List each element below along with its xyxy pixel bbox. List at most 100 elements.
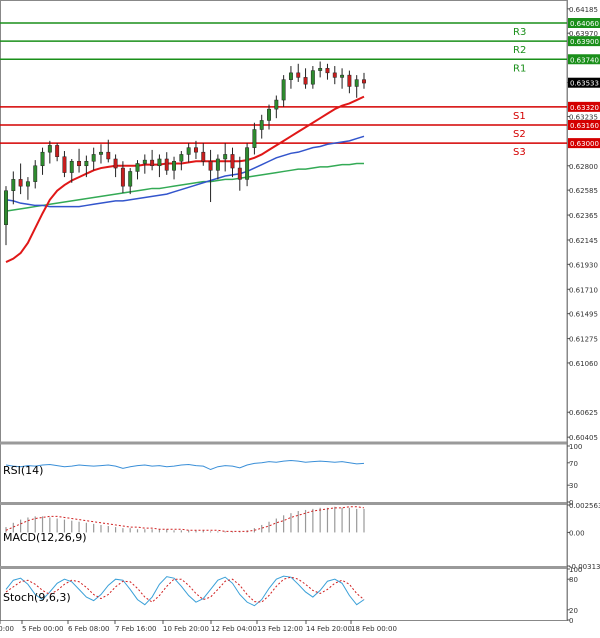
candle: [274, 95, 279, 119]
macd-label: MACD(12,26,9): [3, 531, 87, 544]
candle-body: [296, 72, 301, 78]
candle-body: [201, 151, 206, 162]
last-price-marker: 0.63533: [568, 77, 600, 88]
candle: [252, 122, 257, 155]
price-tick-label: 0.61495: [569, 311, 598, 319]
candle-body: [281, 79, 286, 101]
candle-body: [259, 120, 264, 130]
candle-body: [354, 79, 359, 87]
candle: [40, 147, 45, 175]
candle: [47, 140, 52, 164]
moving-averages: [5, 95, 365, 264]
level-price-label-r3: 0.64060: [570, 20, 599, 28]
candle: [362, 72, 366, 89]
candle: [62, 151, 67, 178]
candle: [310, 66, 315, 89]
candle-body: [77, 160, 82, 167]
candle: [325, 63, 330, 80]
time-tick-label: 18 Feb 00:00: [351, 625, 397, 633]
stoch-pane: 100 80 20 0 Stoch(9,6,3): [3, 566, 582, 625]
candle-body: [25, 181, 30, 187]
candle-body: [40, 151, 45, 167]
price-tick-label: 0.62145: [569, 237, 598, 245]
candle-body: [267, 108, 271, 121]
candle: [55, 143, 60, 162]
time-tick-label: 5 Feb 00:00: [22, 625, 63, 633]
candlesticks: [4, 61, 366, 246]
ma-blue-line: [5, 135, 365, 208]
candle-body: [69, 160, 74, 173]
rsi-line: [5, 460, 365, 471]
candle: [157, 154, 162, 178]
candle: [164, 152, 169, 175]
price-tick-label: 0.62585: [569, 187, 598, 195]
pane-separator-rsi: [0, 441, 567, 445]
level-price-label-s1: 0.63320: [570, 104, 599, 112]
candle: [11, 171, 16, 205]
time-tick-label: 13 Feb 12:00: [257, 625, 303, 633]
stoch-label: Stoch(9,6,3): [3, 591, 71, 604]
candle-body: [11, 179, 16, 191]
chart-svg: 0.641850.639700.635350.632350.628000.625…: [0, 0, 600, 633]
candle: [99, 144, 103, 164]
candle-body: [172, 160, 176, 171]
level-name-r3: R3: [513, 27, 526, 38]
candle: [230, 147, 235, 178]
candle-body: [362, 79, 366, 84]
candle-body: [274, 99, 279, 110]
candle-body: [62, 156, 67, 173]
candle-body: [179, 154, 184, 162]
rsi-tick-label: 30: [569, 482, 578, 490]
stoch-tick-label: 0: [569, 617, 573, 625]
rsi-tick-label: 70: [569, 460, 578, 468]
level-price-label-s2: 0.63160: [570, 122, 599, 130]
stoch-tick-label: 20: [569, 607, 578, 615]
candle-body: [288, 72, 293, 80]
macd-pane: 0.0025630.00-0.003136MACD(12,26,9): [3, 502, 600, 571]
stoch-tick-label: 80: [569, 576, 578, 584]
rsi-tick-label: 100: [569, 443, 582, 451]
candle: [318, 61, 323, 78]
price-tick-label: 0.60625: [569, 409, 598, 417]
candle: [340, 68, 345, 89]
level-name-s3: S3: [513, 147, 526, 158]
candle-body: [150, 159, 155, 167]
candle-body: [237, 167, 242, 180]
candle-body: [113, 158, 118, 169]
candle: [25, 177, 30, 200]
candle-body: [55, 145, 60, 157]
ma-red-line: [5, 95, 365, 264]
pane-separator-stoch: [0, 566, 567, 569]
candle-body: [47, 145, 52, 153]
level-name-r2: R2: [513, 45, 526, 56]
rsi-pane: 10070300RSI(14): [3, 443, 582, 507]
candle-body: [215, 158, 220, 171]
price-tick-label: 0.62800: [569, 163, 598, 171]
candle: [259, 114, 264, 139]
time-tick-label: 7 Feb 16:00: [115, 625, 156, 633]
candle-body: [340, 74, 345, 78]
macd-signal-line: [5, 506, 365, 532]
price-axis: 0.641850.639700.635350.632350.628000.625…: [567, 6, 598, 442]
candle-body: [347, 74, 352, 87]
price-tick-label: 0.61060: [569, 360, 598, 368]
candle-body: [332, 72, 337, 78]
candle-body: [128, 171, 133, 187]
candle: [245, 143, 250, 187]
candle-body: [186, 147, 191, 155]
candle: [223, 143, 228, 172]
pane-separator-macd: [0, 502, 567, 505]
chart-root: 0.641850.639700.635350.632350.628000.625…: [0, 0, 600, 634]
candle: [332, 66, 337, 85]
candle: [33, 160, 38, 189]
level-name-r1: R1: [513, 63, 526, 74]
price-tick-label: 0.62365: [569, 212, 598, 220]
candle-body: [120, 167, 125, 187]
candle-body: [194, 147, 198, 153]
candle-body: [252, 129, 257, 148]
time-tick-label: 6 Feb 08:00: [68, 625, 109, 633]
candle-body: [303, 77, 308, 85]
time-axis: 4 Feb 00:00 5 Feb 00:00 6 Feb 08:00 7 Feb 1…: [0, 620, 397, 633]
price-tick-label: 0.64185: [569, 6, 598, 14]
candle: [4, 186, 8, 246]
